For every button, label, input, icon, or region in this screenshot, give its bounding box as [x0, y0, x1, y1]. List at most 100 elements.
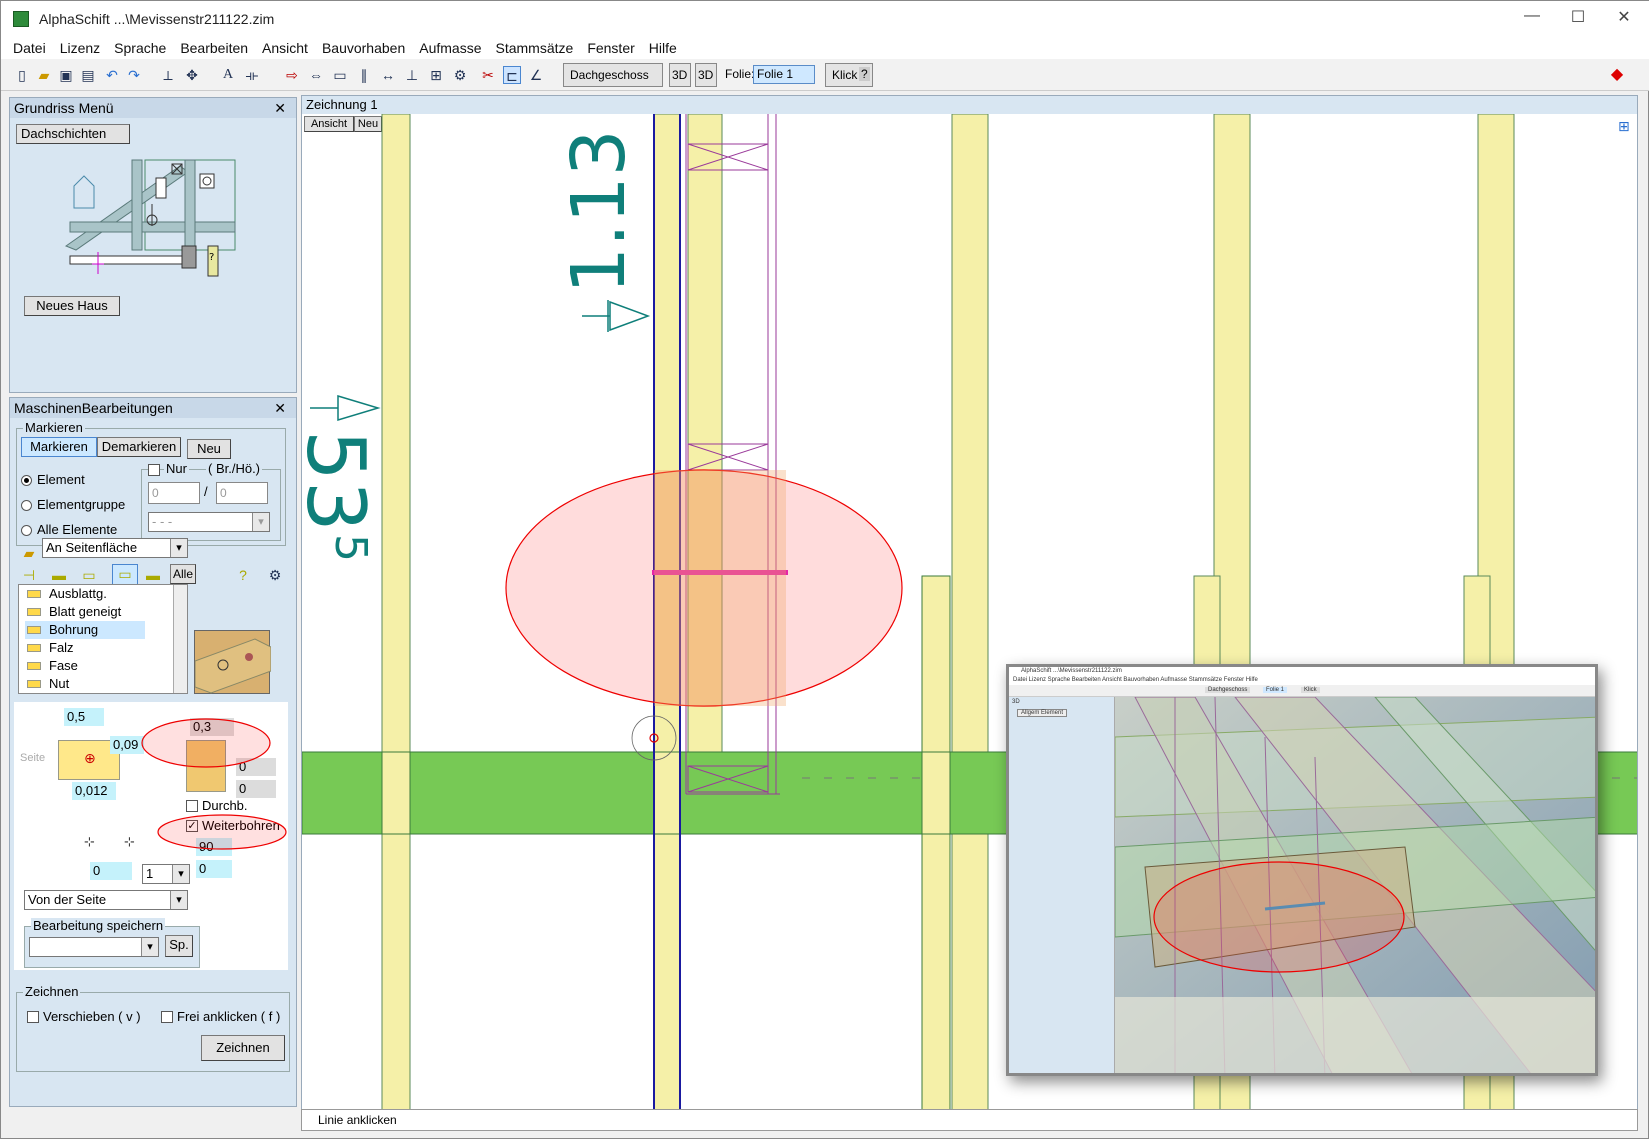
- inset-panel-title: 3D: [1012, 699, 1020, 705]
- radio-alle-elemente[interactable]: [21, 525, 32, 536]
- list-item[interactable]: Blatt geneigt: [25, 603, 145, 621]
- breite-input[interactable]: 0: [148, 482, 200, 504]
- redo-icon[interactable]: ↷: [125, 66, 143, 84]
- count-select[interactable]: 1: [142, 864, 190, 884]
- list-item[interactable]: Fase: [25, 657, 145, 675]
- nur-label: Nur: [164, 461, 189, 476]
- list-item-selected[interactable]: Bohrung: [25, 621, 145, 639]
- move-icon[interactable]: ✥: [183, 66, 201, 84]
- bearbeitung-speichern-group: Bearbeitung speichern Sp.: [24, 918, 200, 968]
- text-icon[interactable]: A: [219, 66, 237, 84]
- menu-stammsaetze[interactable]: Stammsätze: [496, 40, 574, 56]
- minimize-button[interactable]: —: [1517, 7, 1547, 25]
- neu-button[interactable]: Neu: [187, 439, 231, 459]
- parallel-icon[interactable]: ∥: [355, 66, 373, 84]
- menu-ansicht[interactable]: Ansicht: [262, 40, 308, 56]
- type-icon-2[interactable]: ▬: [50, 566, 68, 584]
- grundriss-close-icon[interactable]: ✕: [274, 98, 286, 118]
- dimension-53: 53: [302, 430, 382, 532]
- klick-help-icon[interactable]: ?: [859, 67, 870, 81]
- type-icon-4-active[interactable]: ▭: [112, 564, 138, 586]
- print-icon[interactable]: ▤: [79, 66, 97, 84]
- status-text: Linie anklicken: [318, 1113, 397, 1127]
- house-schematic-icon[interactable]: ?: [60, 156, 240, 296]
- frei-checkbox[interactable]: [161, 1011, 173, 1023]
- verschieben-checkbox[interactable]: [27, 1011, 39, 1023]
- folie-input[interactable]: Folie 1: [753, 65, 815, 84]
- inset-menubar: Datei Lizenz Sprache Bearbeiten Ansicht …: [1009, 677, 1595, 685]
- processing-list[interactable]: Ausblattg. Blatt geneigt Bohrung Falz Fa…: [18, 584, 188, 694]
- close-button[interactable]: ✕: [1609, 7, 1639, 27]
- rectangle-icon[interactable]: ▭: [331, 66, 349, 84]
- type-icon-3[interactable]: ▭: [80, 566, 98, 584]
- menu-sprache[interactable]: Sprache: [114, 40, 166, 56]
- select-active-icon[interactable]: ⊏: [503, 66, 521, 84]
- sp-button[interactable]: Sp.: [165, 935, 193, 957]
- speichern-select[interactable]: [29, 937, 159, 957]
- maschinen-close-icon[interactable]: ✕: [274, 398, 286, 418]
- window-title: AlphaSchift ...\Mevissenstr211122.zim: [39, 11, 275, 27]
- exit-diamond-icon[interactable]: ◆: [1608, 66, 1626, 84]
- gear-icon[interactable]: ⚙: [451, 66, 469, 84]
- menu-aufmasse[interactable]: Aufmasse: [419, 40, 481, 56]
- distance-icon[interactable]: ↔: [379, 66, 397, 84]
- menu-fenster[interactable]: Fenster: [587, 40, 634, 56]
- tools-icon[interactable]: ✂: [479, 66, 497, 84]
- markieren-group-title: Markieren: [23, 420, 85, 435]
- maschinen-title: MaschinenBearbeitungen: [14, 400, 173, 416]
- view-3d-button-a[interactable]: 3D: [669, 63, 691, 87]
- zeichnen-button[interactable]: Zeichnen: [201, 1035, 285, 1061]
- type-icon-5[interactable]: ▬: [144, 566, 162, 584]
- group-icon[interactable]: ⊞: [427, 66, 445, 84]
- menu-lizenz[interactable]: Lizenz: [60, 40, 100, 56]
- grundriss-panel: Grundriss Menü ✕ Dachschichten ? Neues H…: [9, 97, 297, 393]
- grundriss-title: Grundriss Menü: [14, 100, 114, 116]
- save-icon[interactable]: ▣: [57, 66, 75, 84]
- floor-selector[interactable]: Dachgeschoss: [563, 63, 663, 87]
- dash-select[interactable]: - - -: [148, 512, 270, 532]
- value-0-c[interactable]: 0: [196, 860, 232, 878]
- menu-bauvorhaben[interactable]: Bauvorhaben: [322, 40, 405, 56]
- open-folder-icon[interactable]: ▰: [35, 66, 53, 84]
- settings-type-icon[interactable]: ⚙: [266, 566, 284, 584]
- tab-dachschichten[interactable]: Dachschichten: [16, 124, 130, 144]
- radio-elementgruppe[interactable]: [21, 500, 32, 511]
- demarkieren-button[interactable]: Demarkieren: [97, 437, 181, 457]
- neues-haus-button[interactable]: Neues Haus: [24, 296, 120, 316]
- measure-icon[interactable]: ⟂: [159, 66, 177, 84]
- double-arrow-icon[interactable]: ⇔: [307, 66, 325, 84]
- markieren-button[interactable]: Markieren: [21, 437, 97, 457]
- view-3d-button-b[interactable]: 3D: [695, 63, 717, 87]
- seitenflaeche-select[interactable]: An Seitenfläche: [42, 538, 188, 558]
- folder-icon[interactable]: ▰: [20, 544, 38, 562]
- processing-type-toolbar: ⊣ ▬ ▭ ▭ ▬ Alle ? ⚙: [20, 564, 290, 586]
- nur-checkbox[interactable]: [148, 464, 160, 476]
- value-0-d[interactable]: 0: [90, 862, 132, 880]
- schematic-help: ?: [209, 252, 214, 263]
- list-scrollbar[interactable]: [173, 585, 187, 693]
- hoehe-input[interactable]: 0: [216, 482, 268, 504]
- list-item[interactable]: Ausblattg.: [25, 585, 145, 603]
- title-bar: AlphaSchift ...\Mevissenstr211122.zim — …: [1, 1, 1649, 37]
- help-type-icon[interactable]: ?: [234, 566, 252, 584]
- maximize-button[interactable]: ☐: [1563, 7, 1593, 27]
- inset-panel-button: Allgem Element: [1017, 709, 1068, 717]
- list-item[interactable]: Falz: [25, 639, 145, 657]
- angle-icon[interactable]: ∠: [527, 66, 545, 84]
- new-file-icon[interactable]: ▯: [13, 66, 31, 84]
- undo-icon[interactable]: ↶: [103, 66, 121, 84]
- timber-post-5: [921, 575, 951, 1109]
- maschinen-header: MaschinenBearbeitungen ✕: [10, 398, 296, 418]
- level-icon[interactable]: ⊥: [403, 66, 421, 84]
- radio-element[interactable]: [21, 475, 32, 486]
- menu-hilfe[interactable]: Hilfe: [649, 40, 677, 56]
- von-der-seite-select[interactable]: Von der Seite: [24, 890, 188, 910]
- arrow-right-icon[interactable]: ⇨: [283, 66, 301, 84]
- alle-button[interactable]: Alle: [170, 564, 196, 584]
- menu-datei[interactable]: Datei: [13, 40, 46, 56]
- panel-highlight-overlay: [141, 718, 287, 850]
- type-icon-1[interactable]: ⊣: [20, 566, 38, 584]
- dimension-icon[interactable]: ⟛: [243, 66, 261, 84]
- list-item[interactable]: Nut: [25, 675, 145, 693]
- menu-bearbeiten[interactable]: Bearbeiten: [180, 40, 248, 56]
